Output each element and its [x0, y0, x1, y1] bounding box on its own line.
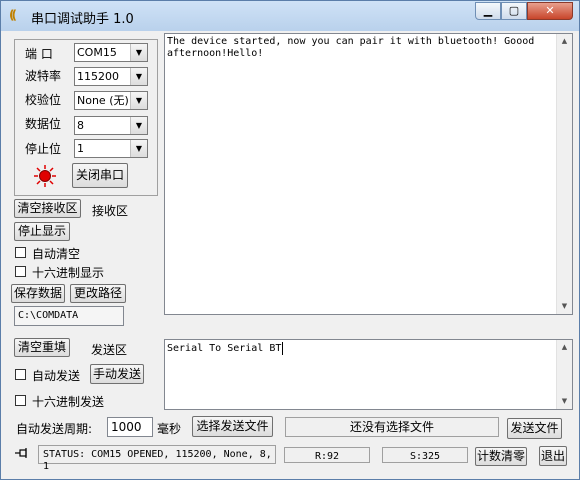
scroll-up-icon[interactable]: ▲ [557, 340, 572, 355]
text-cursor [282, 342, 283, 355]
select-file-button[interactable]: 选择发送文件 [192, 416, 273, 437]
stopbits-select[interactable]: 1 ▼ [74, 139, 148, 158]
window-title: 串口调试助手 1.0 [31, 12, 134, 27]
scroll-up-icon[interactable]: ▲ [557, 34, 572, 49]
receive-scrollbar[interactable]: ▲ ▼ [556, 34, 572, 314]
save-path-value: C:\COMDATA [18, 310, 79, 321]
auto-send-label: 自动发送 [32, 369, 81, 383]
hex-display-checkbox[interactable] [15, 266, 26, 277]
title-bar[interactable]: (( 串口调试助手 1.0 ▁ ▢ ✕ [1, 1, 579, 31]
parity-value: None (无) [77, 94, 129, 107]
port-value: COM15 [77, 46, 117, 59]
file-status-panel: 还没有选择文件 [285, 417, 499, 437]
tx-count-panel: S:325 [382, 447, 468, 463]
stop-display-button[interactable]: 停止显示 [14, 222, 70, 241]
databits-value: 8 [77, 119, 84, 132]
chevron-down-icon[interactable]: ▼ [130, 68, 147, 85]
databits-select[interactable]: 8 ▼ [74, 116, 148, 135]
send-textarea[interactable]: Serial To Serial BT ▲ ▼ [164, 339, 573, 410]
port-label: 端 口 [25, 47, 53, 61]
send-text: Serial To Serial BT [167, 343, 282, 354]
main-window: (( 串口调试助手 1.0 ▁ ▢ ✕ 端 口 COM15 ▼ 波特率 1152… [0, 0, 580, 480]
chevron-down-icon[interactable]: ▼ [130, 44, 147, 61]
period-unit-label: 毫秒 [157, 422, 182, 436]
port-select[interactable]: COM15 ▼ [74, 43, 148, 62]
close-button[interactable]: ✕ [527, 2, 573, 20]
hex-display-label: 十六进制显示 [32, 266, 105, 280]
save-path-field[interactable]: C:\COMDATA [14, 306, 124, 326]
pin-icon[interactable] [15, 447, 29, 459]
rx-count: R:92 [314, 451, 340, 462]
change-path-button[interactable]: 更改路径 [70, 284, 126, 303]
clear-receive-button[interactable]: 清空接收区 [14, 199, 81, 218]
chevron-down-icon[interactable]: ▼ [130, 117, 147, 134]
period-input[interactable]: 1000 [107, 417, 153, 437]
port-status-indicator-icon [34, 165, 56, 187]
hex-send-checkbox[interactable] [15, 395, 26, 406]
app-logo-icon: (( [9, 8, 17, 22]
send-scrollbar[interactable]: ▲ ▼ [556, 340, 572, 409]
auto-clear-checkbox[interactable] [15, 247, 26, 258]
status-text: STATUS: COM15 OPENED, 115200, None, 8, 1 [43, 449, 272, 472]
save-data-button[interactable]: 保存数据 [11, 284, 65, 303]
close-port-button[interactable]: 关闭串口 [72, 163, 128, 188]
maximize-button[interactable]: ▢ [501, 2, 527, 20]
auto-send-checkbox[interactable] [15, 369, 26, 380]
baud-value: 115200 [77, 70, 119, 83]
receive-area-label: 接收区 [92, 204, 129, 218]
baud-select[interactable]: 115200 ▼ [74, 67, 148, 86]
receive-textarea[interactable]: The device started, now you can pair it … [164, 33, 573, 315]
exit-button[interactable]: 退出 [539, 446, 567, 466]
client-area: 端 口 COM15 ▼ 波特率 115200 ▼ 校验位 None (无) ▼ … [8, 31, 573, 473]
baud-label: 波特率 [25, 69, 62, 83]
clear-send-button[interactable]: 清空重填 [14, 338, 70, 357]
auto-clear-label: 自动清空 [32, 247, 81, 261]
stopbits-label: 停止位 [25, 142, 62, 156]
parity-label: 校验位 [25, 93, 62, 107]
file-status-text: 还没有选择文件 [349, 420, 434, 434]
manual-send-button[interactable]: 手动发送 [90, 364, 144, 384]
send-file-button[interactable]: 发送文件 [507, 418, 562, 439]
minimize-button[interactable]: ▁ [475, 2, 501, 20]
status-panel: STATUS: COM15 OPENED, 115200, None, 8, 1 [38, 445, 276, 472]
scroll-down-icon[interactable]: ▼ [557, 299, 572, 314]
stopbits-value: 1 [77, 142, 84, 155]
tx-count: S:325 [409, 451, 441, 462]
rx-count-panel: R:92 [284, 447, 370, 463]
parity-select[interactable]: None (无) ▼ [74, 91, 148, 110]
chevron-down-icon[interactable]: ▼ [130, 140, 147, 157]
receive-text: The device started, now you can pair it … [167, 36, 535, 59]
reset-count-button[interactable]: 计数清零 [475, 447, 527, 466]
hex-send-label: 十六进制发送 [32, 395, 105, 409]
send-area-label: 发送区 [91, 343, 128, 357]
databits-label: 数据位 [25, 117, 62, 131]
chevron-down-icon[interactable]: ▼ [130, 92, 147, 109]
period-label: 自动发送周期: [16, 422, 93, 436]
scroll-down-icon[interactable]: ▼ [557, 394, 572, 409]
period-value: 1000 [111, 420, 142, 434]
